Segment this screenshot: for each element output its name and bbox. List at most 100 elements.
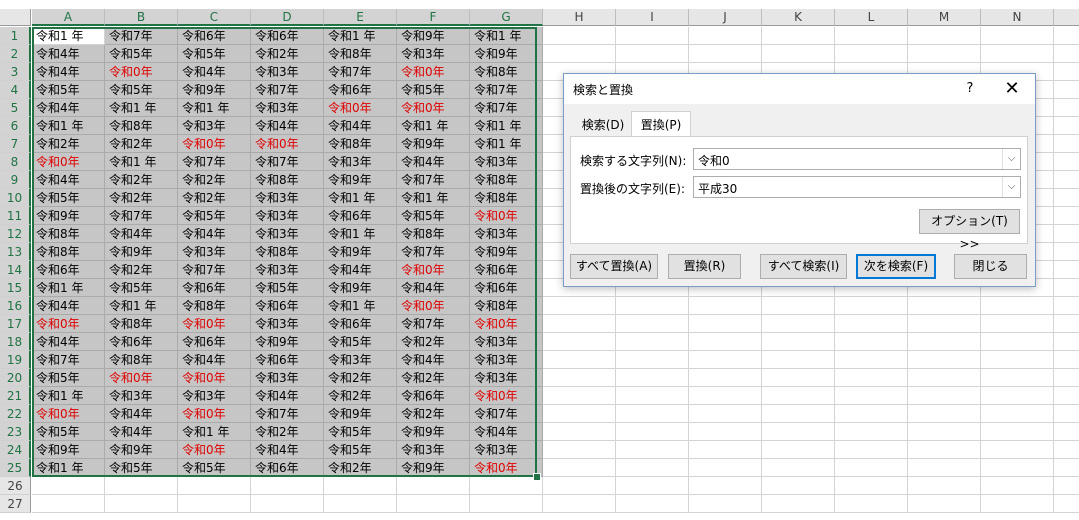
grid-cell[interactable]: 令和6年 [105,333,178,351]
grid-cell[interactable] [689,297,762,315]
grid-cell[interactable]: 令和9年 [397,135,470,153]
column-header-o[interactable]: O [1054,9,1079,26]
column-header-k[interactable]: K [762,9,835,26]
grid-cell[interactable] [543,369,616,387]
grid-cell[interactable] [689,333,762,351]
row-header-13[interactable]: 13 [0,243,31,261]
grid-cell[interactable] [762,495,835,513]
grid-cell[interactable]: 令和5年 [324,333,397,351]
grid-cell[interactable]: 令和3年 [251,63,324,81]
grid-cell[interactable] [689,405,762,423]
grid-cell[interactable] [835,405,908,423]
grid-cell[interactable]: 令和2年 [397,405,470,423]
grid-cell[interactable] [908,495,981,513]
grid-cell[interactable] [835,477,908,495]
grid-cell[interactable]: 令和5年 [32,423,105,441]
row-header-12[interactable]: 12 [0,225,31,243]
grid-cell[interactable]: 令和9年 [32,441,105,459]
grid-cell[interactable]: 令和3年 [251,369,324,387]
grid-cell[interactable]: 令和6年 [251,297,324,315]
grid-cell[interactable] [616,423,689,441]
grid-cell[interactable]: 令和5年 [251,279,324,297]
grid-cell[interactable] [1054,423,1079,441]
grid-cell[interactable]: 令和2年 [324,459,397,477]
grid-cell[interactable] [1054,99,1079,117]
grid-cell[interactable]: 令和9年 [324,405,397,423]
grid-cell[interactable]: 令和5年 [105,45,178,63]
grid-cell[interactable] [616,333,689,351]
row-header-10[interactable]: 10 [0,189,31,207]
grid-cell[interactable]: 令和3年 [470,351,543,369]
grid-cell[interactable] [981,351,1054,369]
grid-cell[interactable] [616,477,689,495]
grid-cell[interactable] [32,477,105,495]
grid-cell[interactable]: 令和6年 [251,27,324,45]
grid-cell[interactable]: 令和6年 [251,459,324,477]
grid-cell[interactable]: 令和1 年 [178,423,251,441]
grid-cell[interactable]: 令和8年 [470,171,543,189]
column-header-i[interactable]: I [616,9,689,26]
grid-cell[interactable]: 令和8年 [105,117,178,135]
grid-cell[interactable]: 令和1 年 [105,99,178,117]
grid-cell[interactable]: 令和7年 [470,81,543,99]
grid-cell[interactable] [908,27,981,45]
grid-cell[interactable]: 令和2年 [324,369,397,387]
row-header-2[interactable]: 2 [0,45,31,63]
grid-cell[interactable]: 令和1 年 [324,189,397,207]
grid-cell[interactable] [981,405,1054,423]
grid-cell[interactable] [835,45,908,63]
grid-cell[interactable]: 令和6年 [178,333,251,351]
grid-cell[interactable] [616,495,689,513]
grid-cell[interactable] [835,315,908,333]
grid-cell[interactable] [543,27,616,45]
grid-cell[interactable] [616,45,689,63]
grid-cell[interactable]: 令和9年 [178,81,251,99]
fill-handle[interactable] [533,473,541,481]
row-header-9[interactable]: 9 [0,171,31,189]
grid-cell[interactable] [105,495,178,513]
grid-cell[interactable] [543,45,616,63]
grid-cell[interactable] [835,495,908,513]
grid-cell[interactable] [981,423,1054,441]
grid-cell[interactable] [616,405,689,423]
grid-cell[interactable] [981,333,1054,351]
grid-cell[interactable] [689,423,762,441]
tab-replace[interactable]: 置換(P) [631,111,691,137]
grid-cell[interactable] [543,441,616,459]
grid-cell[interactable] [616,441,689,459]
grid-cell[interactable] [178,495,251,513]
grid-cell[interactable]: 令和4年 [32,63,105,81]
grid-cell[interactable]: 令和3年 [324,351,397,369]
grid-cell[interactable] [908,477,981,495]
grid-cell[interactable]: 令和2年 [105,171,178,189]
grid-cell[interactable] [1054,171,1079,189]
grid-cell[interactable] [689,45,762,63]
grid-cell[interactable]: 令和0年 [397,297,470,315]
grid-cell[interactable]: 令和8年 [251,171,324,189]
grid-cell[interactable]: 令和3年 [251,225,324,243]
grid-cell[interactable] [981,369,1054,387]
grid-cell[interactable] [835,369,908,387]
grid-cell[interactable]: 令和1 年 [397,189,470,207]
grid-cell[interactable] [835,441,908,459]
grid-cell[interactable]: 令和8年 [397,225,470,243]
grid-cell[interactable] [251,477,324,495]
grid-cell[interactable] [981,27,1054,45]
grid-cell[interactable] [981,387,1054,405]
grid-cell[interactable]: 令和5年 [397,207,470,225]
grid-cell[interactable] [835,27,908,45]
grid-cell[interactable]: 令和2年 [397,333,470,351]
grid-cell[interactable]: 令和3年 [397,45,470,63]
close-button[interactable]: 閉じる [954,254,1027,279]
grid-cell[interactable]: 令和9年 [105,441,178,459]
row-header-11[interactable]: 11 [0,207,31,225]
grid-cell[interactable] [981,441,1054,459]
grid-cell[interactable] [1054,135,1079,153]
grid-cell[interactable]: 令和7年 [397,171,470,189]
grid-cell[interactable] [981,459,1054,477]
grid-cell[interactable]: 令和3年 [251,189,324,207]
column-header-l[interactable]: L [835,9,908,26]
grid-cell[interactable]: 令和3年 [470,333,543,351]
grid-cell[interactable]: 令和1 年 [32,117,105,135]
row-header-1[interactable]: 1 [0,27,31,45]
